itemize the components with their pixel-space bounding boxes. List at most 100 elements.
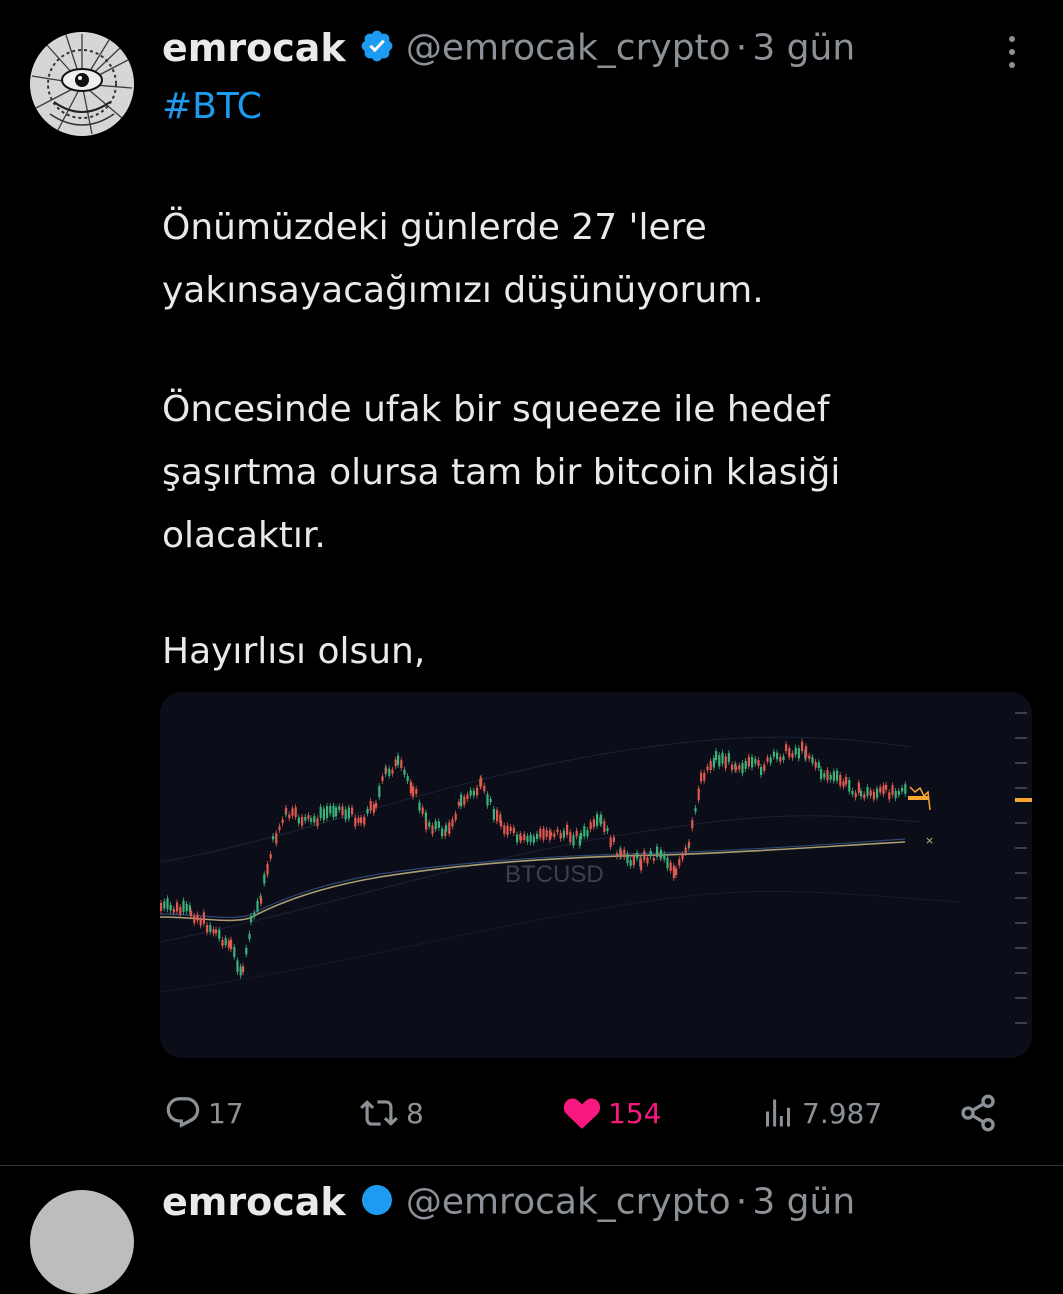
candle-body [212, 929, 215, 934]
candle-body [866, 787, 869, 796]
candle-body [791, 753, 794, 758]
candle-body [559, 832, 562, 839]
next-tweet-avatar[interactable] [30, 1190, 134, 1294]
candle-body [845, 777, 848, 785]
candle-body [486, 794, 489, 806]
candle-body [329, 805, 332, 814]
candle-body [666, 857, 669, 869]
candle-body [326, 806, 329, 818]
candle-body [575, 830, 578, 837]
candle-body [703, 772, 706, 781]
candle-body [797, 748, 800, 759]
candle-body [319, 806, 322, 818]
candle-body [869, 790, 872, 796]
candle-body [218, 929, 221, 939]
candle-body [372, 804, 375, 813]
candle-body [160, 902, 163, 911]
candle-body [421, 807, 424, 814]
candle-body [357, 818, 360, 823]
candle-body [788, 748, 791, 757]
candle-body [857, 782, 860, 793]
candle-body [272, 836, 275, 840]
candle-body [691, 820, 694, 829]
candle-body [291, 808, 294, 816]
candle-body [418, 802, 421, 811]
candle-body [506, 825, 509, 835]
candle-body [360, 817, 363, 824]
candle-body [738, 765, 741, 770]
next-author-handle[interactable]: @emrocak_crypto [406, 1182, 731, 1223]
candle-body [248, 933, 251, 940]
candle-body [523, 834, 526, 841]
candle-body [678, 859, 681, 866]
candle-body [322, 808, 325, 820]
candle-body [388, 768, 391, 776]
candle-body [675, 868, 678, 876]
candle-body [202, 912, 205, 924]
candle-body [897, 790, 900, 795]
hashtag-link[interactable]: #BTC [162, 86, 262, 127]
candle-body [221, 939, 224, 946]
views-button[interactable]: 7.987 [760, 1088, 882, 1138]
candle-body [460, 794, 463, 807]
candle-body [466, 794, 469, 800]
author-handle[interactable]: @emrocak_crypto [406, 28, 731, 69]
candle-body [542, 828, 545, 840]
reply-icon [166, 1097, 200, 1128]
candle-body [772, 751, 775, 757]
candle-body [281, 819, 284, 823]
share-button[interactable] [958, 1088, 998, 1138]
candle-body [539, 828, 542, 838]
candle-body [179, 907, 182, 915]
like-button[interactable]: 154 [562, 1088, 661, 1138]
candle-body [431, 825, 434, 835]
candle-body [826, 770, 829, 781]
candle-body [509, 827, 512, 832]
candle-body [823, 773, 826, 778]
candle-body [492, 809, 495, 820]
candle-body [640, 859, 643, 871]
candle-body [529, 834, 532, 843]
separator-dot: · [735, 1181, 748, 1223]
candle-body [669, 862, 672, 871]
verified-badge-icon [359, 1182, 395, 1222]
candle-body [332, 805, 335, 818]
candle-body [652, 857, 655, 861]
next-timestamp[interactable]: 3 gün [752, 1182, 855, 1223]
next-author-name[interactable]: emrocak [162, 1180, 346, 1224]
tweet-media-chart[interactable]: × BTCUSD [160, 692, 1032, 1058]
text-line: şaşırtma olursa tam bir bitcoin klasiği [162, 452, 841, 493]
candle-body [536, 833, 539, 839]
reply-count: 17 [208, 1096, 244, 1130]
tweet-paragraph: Önümüzdeki günlerde 27 'lere yakınsayaca… [162, 196, 764, 322]
svg-text:×: × [925, 834, 934, 847]
candle-body [592, 819, 595, 828]
candle-body [196, 914, 199, 921]
candle-body [904, 784, 907, 794]
candle-body [741, 763, 744, 774]
tweet-divider [0, 1165, 1063, 1166]
candle-body [363, 816, 366, 825]
candle-body [660, 850, 663, 859]
candle-body [688, 841, 691, 846]
candle-body [512, 827, 515, 834]
avatar[interactable] [30, 32, 134, 136]
candle-body [163, 901, 166, 909]
retweet-button[interactable]: 8 [358, 1088, 424, 1138]
more-options-icon[interactable] [1002, 36, 1022, 76]
verified-badge-icon [359, 28, 395, 68]
candle-body [275, 833, 278, 844]
candle-body [403, 769, 406, 775]
timestamp[interactable]: 3 gün [752, 28, 855, 69]
candle-body [472, 790, 475, 796]
candle-body [643, 850, 646, 861]
reply-button[interactable]: 17 [164, 1088, 244, 1138]
candle-body [794, 747, 797, 755]
candle-body [636, 852, 639, 859]
candle-body [266, 863, 269, 875]
candle-body [839, 775, 842, 786]
candle-body [879, 787, 882, 793]
author-name[interactable]: emrocak [162, 26, 346, 70]
tweet-header: emrocak @emrocak_crypto · 3 gün [162, 26, 855, 70]
candle-body [832, 771, 835, 781]
